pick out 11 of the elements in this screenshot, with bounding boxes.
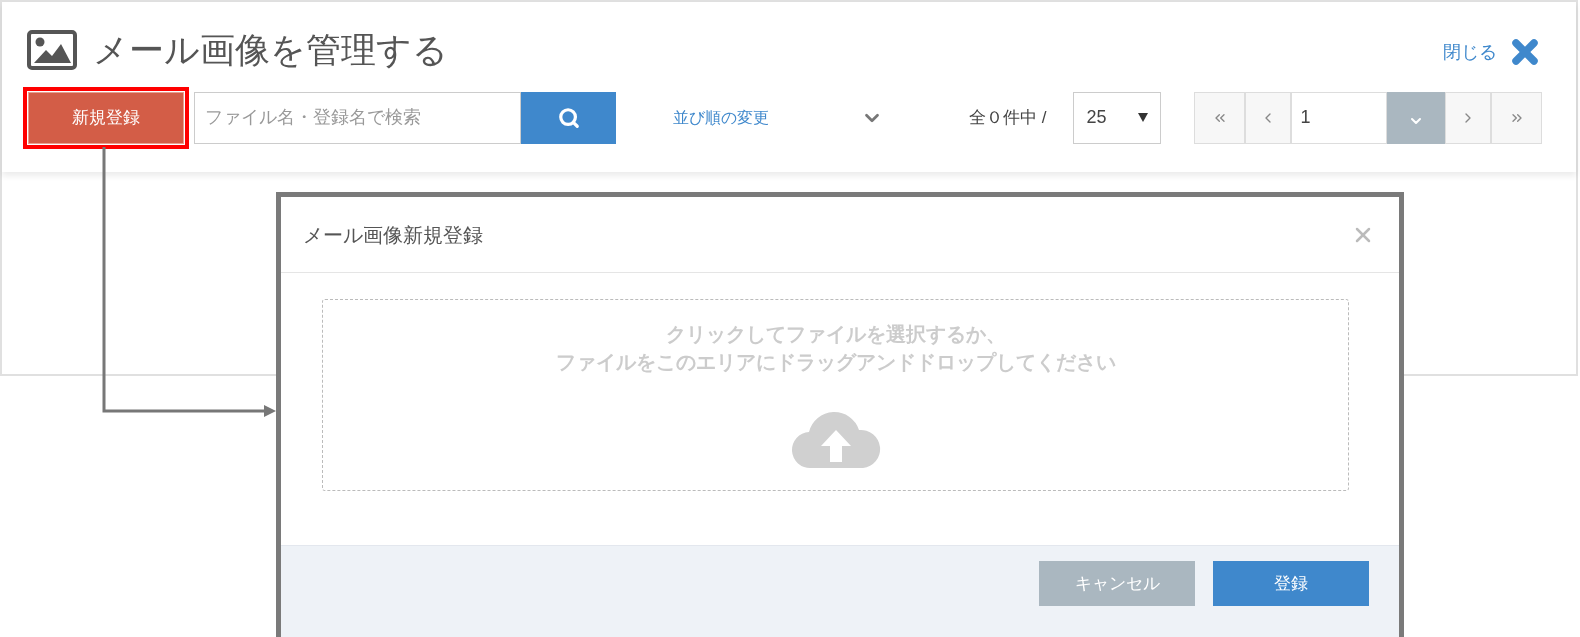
dialog-title: メール画像新規登録 xyxy=(303,222,483,248)
per-page-select[interactable]: 25 xyxy=(1073,91,1162,144)
close-link[interactable]: 閉じる xyxy=(1443,34,1543,71)
page-number-field[interactable]: 1 xyxy=(1291,91,1388,144)
register-button[interactable]: 登録 xyxy=(1213,561,1369,606)
new-button[interactable]: 新規登録 xyxy=(28,91,184,144)
record-count: 全０件中 / xyxy=(969,106,1047,129)
search-field[interactable]: ファイル名・登録名で検索 xyxy=(194,91,521,144)
cancel-button[interactable]: キャンセル xyxy=(1039,561,1195,606)
sort-link[interactable]: 並び順の変更 xyxy=(673,105,769,130)
page-title: メール画像を管理する xyxy=(93,29,448,71)
